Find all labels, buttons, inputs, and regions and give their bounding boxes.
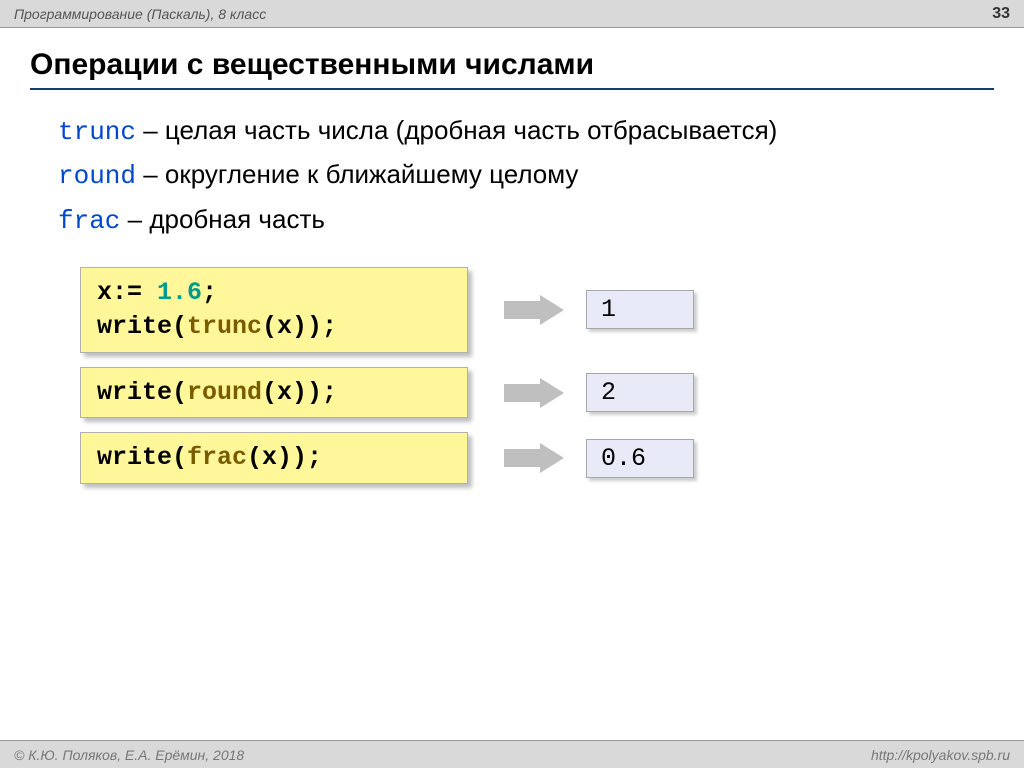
- example-round: write(round(x)); 2: [30, 367, 994, 419]
- slide-header: Программирование (Паскаль), 8 класс 33: [0, 0, 1024, 28]
- code-box: write(round(x));: [80, 367, 468, 419]
- arrow-icon: [504, 443, 566, 473]
- result-box: 0.6: [586, 439, 694, 478]
- def-text: – дробная часть: [120, 204, 324, 234]
- keyword-frac: frac: [58, 206, 120, 236]
- arrow-icon: [504, 295, 566, 325]
- keyword-trunc: trunc: [58, 117, 136, 147]
- slide-footer: © К.Ю. Поляков, Е.А. Ерёмин, 2018 http:/…: [0, 740, 1024, 768]
- arrow-icon: [504, 378, 566, 408]
- def-frac: frac – дробная часть: [58, 201, 994, 239]
- course-title: Программирование (Паскаль), 8 класс: [14, 6, 266, 22]
- def-trunc: trunc – целая часть числа (дробная часть…: [58, 112, 994, 150]
- footer-url: http://kpolyakov.spb.ru: [871, 747, 1010, 763]
- code-box: x:= 1.6; write(trunc(x));: [80, 267, 468, 353]
- result-box: 1: [586, 290, 694, 329]
- result-box: 2: [586, 373, 694, 412]
- slide-title: Операции с вещественными числами: [30, 48, 994, 90]
- keyword-round: round: [58, 161, 136, 191]
- example-trunc: x:= 1.6; write(trunc(x)); 1: [30, 267, 994, 353]
- def-round: round – округление к ближайшему целому: [58, 156, 994, 194]
- def-text: – округление к ближайшему целому: [136, 159, 578, 189]
- copyright: © К.Ю. Поляков, Е.А. Ерёмин, 2018: [14, 747, 244, 763]
- page-number: 33: [992, 5, 1010, 23]
- slide-content: Операции с вещественными числами trunc –…: [0, 28, 1024, 484]
- code-box: write(frac(x));: [80, 432, 468, 484]
- def-text: – целая часть числа (дробная часть отбра…: [136, 115, 777, 145]
- definitions: trunc – целая часть числа (дробная часть…: [30, 112, 994, 239]
- example-frac: write(frac(x)); 0.6: [30, 432, 994, 484]
